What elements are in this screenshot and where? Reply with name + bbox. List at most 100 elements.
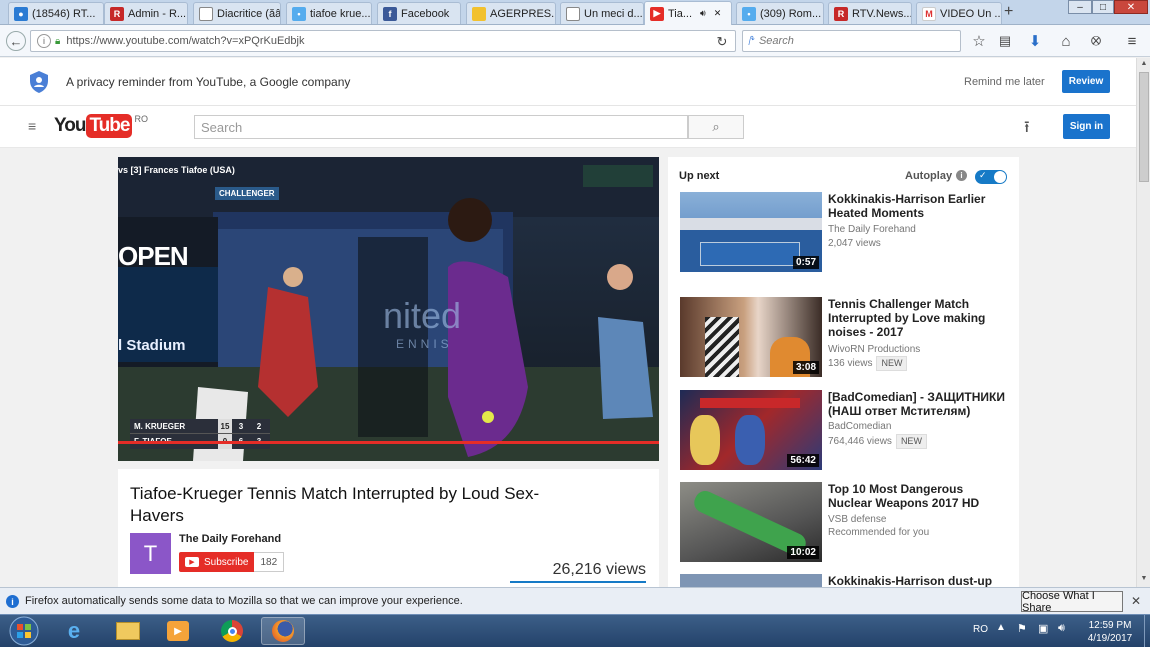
review-button[interactable]: Review: [1062, 70, 1110, 93]
media-player-icon[interactable]: ▶: [156, 617, 200, 645]
speaker-icon[interactable]: 🔊︎: [700, 8, 706, 19]
subscribe-button[interactable]: ▶ Subscribe: [179, 552, 255, 572]
scroll-up-arrow-icon[interactable]: ▲: [1139, 60, 1149, 70]
pocket-icon[interactable]: ⭙: [1086, 31, 1106, 51]
scrollbar-thumb[interactable]: [1139, 72, 1149, 182]
close-window-button[interactable]: ✕: [1114, 0, 1148, 14]
p1-set1: 3: [238, 422, 244, 431]
autoplay-info-icon[interactable]: i: [956, 170, 967, 181]
video-duration-2: 3:08: [792, 361, 819, 374]
subscriber-count: 182: [254, 552, 285, 572]
browser-tab-10[interactable]: R RTV.News...: [828, 2, 912, 24]
info-icon[interactable]: i: [37, 34, 51, 48]
youtube-logo[interactable]: You Tube RO: [54, 114, 148, 138]
video-thumbnail-3[interactable]: 56:42: [680, 390, 822, 470]
start-button[interactable]: [2, 616, 46, 646]
youtube-header: ≡ You Tube RO Search ⌕ ⭱ Sign in: [0, 106, 1136, 148]
blue-bird-icon: ●: [14, 6, 28, 21]
banner-text: nited: [383, 295, 462, 336]
video-title-5[interactable]: Kokkinakis-Harrison dust-up in: [828, 574, 1006, 587]
internet-explorer-icon[interactable]: e: [52, 617, 96, 645]
channel-name[interactable]: The Daily Forehand: [179, 533, 281, 545]
close-tab-icon[interactable]: ✕: [714, 8, 722, 19]
browser-tab-4[interactable]: • tiafoe krue...: [286, 2, 372, 24]
video-title-1[interactable]: Kokkinakis-Harrison Earlier Heated Momen…: [828, 192, 1006, 220]
choose-what-i-share-button[interactable]: Choose What I Share: [1021, 590, 1123, 614]
logo-tube-text: Tube: [86, 114, 133, 138]
video-thumbnail-5[interactable]: [680, 574, 822, 587]
input-language[interactable]: RO: [973, 624, 988, 635]
page-scrollbar[interactable]: ▲ ▼: [1136, 58, 1150, 587]
r-logo-icon: R: [110, 6, 124, 21]
agerpres-icon: [472, 6, 486, 21]
sign-in-button[interactable]: Sign in: [1063, 114, 1110, 139]
video-thumbnail-1[interactable]: 0:57: [680, 192, 822, 272]
network-icon[interactable]: ▣: [1038, 622, 1048, 635]
browser-tab-6[interactable]: AGERPRES...: [466, 2, 556, 24]
reading-list-icon[interactable]: ▤: [995, 31, 1015, 51]
file-explorer-icon[interactable]: [106, 617, 150, 645]
search-button[interactable]: ⌕: [688, 115, 744, 139]
browser-tab-label: Diacritice (ăâîșț...: [217, 7, 281, 20]
video-thumbnail-4[interactable]: 10:02: [680, 482, 822, 562]
youtube-play-icon: ▶: [185, 557, 199, 567]
minimize-button[interactable]: –: [1068, 0, 1092, 14]
volume-icon[interactable]: 🔊︎: [1058, 622, 1065, 635]
back-arrow-icon[interactable]: ←: [6, 31, 26, 51]
browser-tab-5[interactable]: f Facebook: [377, 2, 461, 24]
video-progress-track[interactable]: [118, 441, 659, 444]
youtube-search-input[interactable]: Search: [194, 115, 688, 139]
browser-tab-2[interactable]: R Admin - R...: [104, 2, 188, 24]
banner-subtext: ENNIS: [396, 337, 453, 351]
bookmark-star-icon[interactable]: ☆: [969, 31, 989, 51]
action-center-flag-icon[interactable]: ⚑: [1017, 622, 1027, 635]
up-next-heading: Up next: [679, 170, 720, 182]
reload-icon[interactable]: ↻: [712, 32, 732, 52]
video-player[interactable]: vs [3] Frances Tiafoe (USA) CHALLENGER O…: [118, 157, 659, 461]
twitter-icon: •: [742, 6, 756, 21]
video-thumbnail-2[interactable]: 3:08: [680, 297, 822, 377]
subscribe-group: ▶ Subscribe 182: [179, 552, 285, 572]
download-icon[interactable]: ⬇: [1025, 31, 1045, 51]
video-overlay-title: vs [3] Frances Tiafoe (USA): [118, 165, 235, 175]
browser-tab-1[interactable]: ● (18546) RT...: [8, 2, 104, 24]
home-icon[interactable]: ⌂: [1056, 31, 1076, 51]
tray-expand-icon[interactable]: ▲: [996, 622, 1006, 633]
chrome-icon[interactable]: [210, 617, 254, 645]
video-views-4: Recommended for you: [828, 527, 930, 538]
video-title-2[interactable]: Tennis Challenger Match Interrupted by L…: [828, 297, 1006, 339]
video-title-4[interactable]: Top 10 Most Dangerous Nuclear Weapons 20…: [828, 482, 1006, 510]
system-clock[interactable]: 12:59 PM 4/19/2017: [1080, 619, 1140, 645]
open-signage: OPEN: [118, 241, 189, 271]
autoplay-toggle[interactable]: ✓: [975, 170, 1007, 184]
new-badge-3: NEW: [895, 434, 927, 449]
channel-avatar[interactable]: T: [130, 533, 171, 574]
notification-close-icon[interactable]: ✕: [1131, 594, 1141, 608]
url-bar[interactable]: i 🔒︎ https://www.youtube.com/watch?v=xPQ…: [30, 30, 736, 52]
maximize-button[interactable]: □: [1092, 0, 1114, 14]
upload-icon[interactable]: ⭱: [1024, 116, 1030, 143]
browser-tab-8[interactable]: ▶ Tia... 🔊︎ ✕: [644, 1, 732, 25]
p1-set2: 2: [256, 422, 262, 431]
menu-hamburger-icon[interactable]: ≡: [1122, 31, 1142, 51]
browser-tab-9[interactable]: • (309) Rom...: [736, 2, 824, 24]
show-desktop-button[interactable]: [1144, 615, 1150, 647]
scroll-down-arrow-icon[interactable]: ▼: [1139, 575, 1149, 585]
browser-search-input[interactable]: ⭚ Search: [742, 30, 961, 52]
blank-page-icon: [199, 6, 213, 21]
remind-later-link[interactable]: Remind me later: [964, 76, 1045, 88]
search-icon: ⌕: [712, 119, 720, 134]
browser-tab-label: (309) Rom...: [760, 7, 822, 20]
video-title-3[interactable]: [BadComedian] - ЗАЩИТНИКИ (НАШ ответ Мст…: [828, 390, 1006, 418]
firefox-icon[interactable]: [261, 617, 305, 645]
browser-tab-3[interactable]: Diacritice (ăâîșț...: [193, 2, 281, 24]
video-duration-4: 10:02: [787, 546, 819, 559]
view-count: 26,216 views: [552, 561, 646, 578]
browser-tab-7[interactable]: Un meci d...: [560, 2, 644, 24]
browser-tab-11[interactable]: M VIDEO Un ...: [916, 2, 1002, 24]
guide-menu-icon[interactable]: ≡: [28, 118, 36, 134]
logo-you-text: You: [54, 115, 87, 136]
browser-search-placeholder: Search: [758, 35, 794, 47]
new-tab-button[interactable]: +: [1004, 3, 1013, 21]
autoplay-toggle-knob: [994, 171, 1006, 183]
